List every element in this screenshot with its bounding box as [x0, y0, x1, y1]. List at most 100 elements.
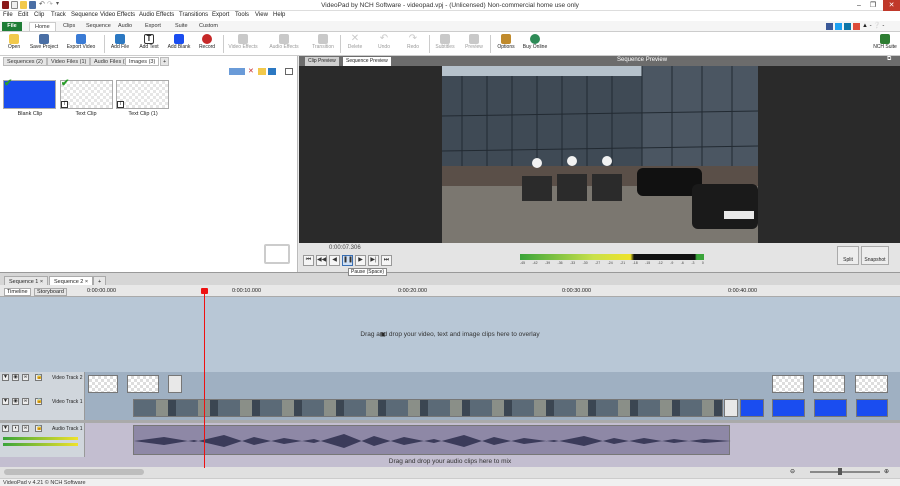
bin-tab-video-files[interactable]: Video Files (1) [47, 57, 91, 66]
tab-export[interactable]: Export [140, 22, 166, 31]
link-icon[interactable]: ∞ [22, 398, 29, 405]
minimize-button[interactable]: – [852, 0, 866, 11]
transition-marker[interactable] [724, 399, 738, 417]
nch-suite-button[interactable]: NCH Suite [872, 34, 898, 56]
help-icon[interactable]: ▲ - ❔ - [862, 22, 884, 29]
zoom-slider[interactable] [810, 471, 880, 473]
pause-button[interactable]: ❚❚ [342, 255, 353, 266]
menu-clip[interactable]: Clip [34, 12, 44, 18]
menu-audio-effects[interactable]: Audio Effects [139, 12, 174, 18]
tab-sequence[interactable]: Sequence [81, 22, 116, 31]
skip-start-button[interactable]: ⏮ [303, 255, 314, 266]
audio-effects-button[interactable]: Audio Effects [267, 34, 301, 56]
zoom-out-icon[interactable]: ⊖ [790, 468, 795, 475]
tab-file[interactable]: File [2, 22, 22, 31]
menu-track[interactable]: Track [51, 12, 66, 18]
add-blank-button[interactable]: Add Blank [165, 34, 193, 56]
next-frame-button[interactable]: ▶| [368, 255, 379, 266]
tab-timeline[interactable]: Timeline [4, 288, 31, 296]
playhead[interactable] [201, 288, 208, 468]
collapse-icon[interactable]: ▼ [2, 425, 9, 432]
delete-button[interactable]: ✕ Delete [343, 34, 367, 56]
tab-storyboard[interactable]: Storyboard [34, 288, 67, 296]
tab-custom[interactable]: Custom [194, 22, 223, 31]
menu-help[interactable]: Help [273, 12, 285, 18]
folder-icon[interactable] [258, 68, 266, 75]
menu-file[interactable]: File [3, 12, 13, 18]
menu-video-effects[interactable]: Video Effects [100, 12, 135, 18]
undo-button[interactable]: ↶ Undo [373, 34, 395, 56]
audio-clip[interactable] [133, 425, 731, 455]
tab-audio[interactable]: Audio [113, 22, 137, 31]
text-clip[interactable] [855, 375, 888, 393]
transition-button[interactable]: Transition [309, 34, 337, 56]
transition-marker[interactable] [168, 375, 182, 393]
blank-clip[interactable] [814, 399, 847, 417]
video-effects-button[interactable]: Video Effects [226, 34, 260, 56]
overlay-drop-area[interactable]: ▣ Drag and drop your video, text and ima… [0, 297, 900, 372]
menu-sequence[interactable]: Sequence [71, 12, 98, 18]
lock-icon[interactable]: 🔒 [35, 398, 42, 405]
bin-tab-images[interactable]: Images (3) [125, 57, 160, 66]
zoom-slider-thumb[interactable] [838, 468, 842, 475]
remove-icon[interactable]: ✕ [248, 67, 254, 75]
export-video-button[interactable]: Export Video [62, 34, 100, 56]
step-back-button[interactable]: ◀ [329, 255, 340, 266]
subtitles-button[interactable]: Subtitles [432, 34, 458, 56]
facebook-icon[interactable] [826, 23, 833, 30]
twitter-icon[interactable] [835, 23, 842, 30]
text-clip[interactable] [772, 375, 804, 393]
text-clip[interactable] [88, 375, 118, 393]
tab-sequence-preview[interactable]: Sequence Preview [343, 57, 391, 66]
close-button[interactable]: ✕ [883, 0, 900, 11]
menu-view[interactable]: View [255, 12, 268, 18]
snapshot-button[interactable]: Snapshot [861, 246, 889, 265]
menu-export[interactable]: Export [212, 12, 229, 18]
tab-clip-preview[interactable]: Clip Preview [305, 57, 339, 66]
zoom-in-icon[interactable]: ⊕ [884, 468, 889, 475]
video-clip[interactable] [133, 399, 723, 417]
bin-tab-sequences[interactable]: Sequences (2) [3, 57, 47, 66]
redo-button[interactable]: ↷ Redo [402, 34, 424, 56]
link-icon[interactable]: ∞ [22, 374, 29, 381]
horizontal-scrollbar[interactable] [4, 469, 144, 475]
google-plus-icon[interactable] [853, 23, 860, 30]
undock-icon[interactable] [285, 68, 293, 75]
blank-clip[interactable] [740, 399, 764, 417]
text-clip[interactable] [813, 375, 845, 393]
buy-online-button[interactable]: Buy Online [520, 34, 550, 56]
link-icon[interactable]: ∞ [22, 425, 29, 432]
menu-edit[interactable]: Edit [18, 12, 28, 18]
grid-view-icon[interactable] [268, 68, 276, 75]
collapse-icon[interactable]: ▼ [2, 398, 9, 405]
play-button[interactable]: ▶ [355, 255, 366, 266]
tab-home[interactable]: Home [29, 22, 56, 31]
text-clip[interactable] [127, 375, 159, 393]
options-button[interactable]: Options [494, 34, 518, 56]
linkedin-icon[interactable] [844, 23, 851, 30]
add-text-button[interactable]: T Add Text [136, 34, 162, 56]
preview-undock-icon[interactable]: ⧉ [887, 56, 891, 63]
menu-tools[interactable]: Tools [235, 12, 249, 18]
preview-button[interactable]: Preview [462, 34, 486, 56]
visibility-eye-icon[interactable]: ◉ [12, 398, 19, 405]
lock-icon[interactable]: 🔒 [35, 374, 42, 381]
skip-end-button[interactable]: ⏭ [381, 255, 392, 266]
menu-transitions[interactable]: Transitions [179, 12, 208, 18]
lock-icon[interactable]: 🔒 [35, 425, 42, 432]
record-button[interactable]: Record [196, 34, 218, 56]
open-button[interactable]: Open [4, 34, 24, 56]
add-file-button[interactable]: Add File [108, 34, 132, 56]
view-mode-icon[interactable] [229, 68, 245, 75]
bin-add-tab-button[interactable]: + [160, 57, 170, 66]
tab-clips[interactable]: Clips [58, 22, 80, 31]
blank-clip[interactable] [772, 399, 805, 417]
prev-frame-button[interactable]: ◀◀ [316, 255, 327, 266]
save-project-button[interactable]: Save Project [27, 34, 61, 56]
blank-clip[interactable] [856, 399, 888, 417]
visibility-eye-icon[interactable]: ◉ [12, 374, 19, 381]
maximize-button[interactable]: ❐ [866, 0, 880, 11]
collapse-icon[interactable]: ▼ [2, 374, 9, 381]
speaker-icon[interactable]: ◖ [12, 425, 19, 432]
split-button[interactable]: Split [837, 246, 859, 265]
